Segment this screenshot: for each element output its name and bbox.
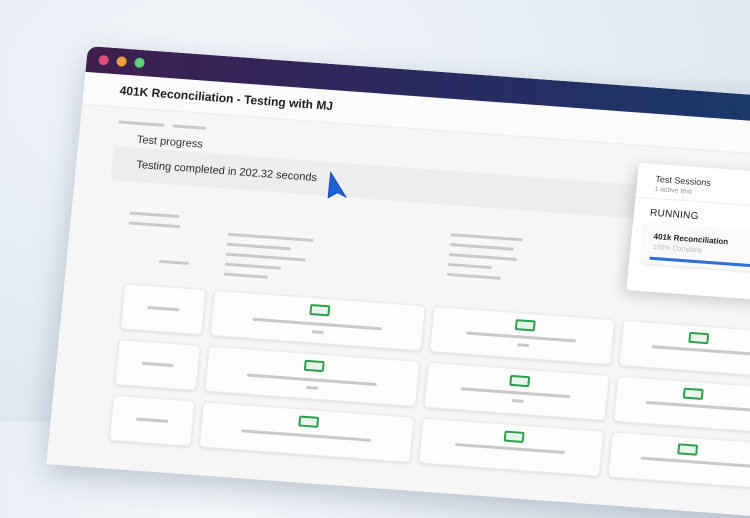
status-pill (509, 374, 531, 388)
list-item[interactable] (204, 345, 421, 407)
list-item[interactable] (209, 289, 426, 352)
placeholder-line (246, 373, 377, 387)
placeholder-line (227, 232, 314, 243)
test-sessions-panel: Test Sessions 1 active test RUNNING 401k… (626, 162, 750, 304)
status-pill (303, 359, 325, 373)
list-item[interactable] (613, 375, 750, 435)
list-item[interactable] (120, 283, 207, 336)
sessions-subtitle: 1 active test (654, 185, 692, 196)
placeholder-line (446, 272, 501, 280)
placeholder-line (226, 242, 291, 251)
session-progress-fill (649, 256, 750, 273)
placeholder-line (224, 262, 281, 270)
placeholder-line (136, 417, 169, 423)
placeholder-line (651, 345, 750, 357)
placeholder-line (158, 259, 190, 265)
placeholder-line (129, 211, 180, 219)
placeholder-line (311, 330, 324, 335)
session-progress-bar (649, 256, 750, 273)
placeholder-line (252, 317, 383, 331)
placeholder-line (223, 272, 268, 279)
maximize-window-button[interactable] (134, 57, 146, 69)
placeholder-line (466, 331, 577, 343)
placeholder-line (147, 306, 180, 312)
placeholder-line (241, 429, 372, 442)
status-pill (309, 303, 331, 317)
session-percent: 100% Complete (652, 243, 703, 255)
status-pill (503, 430, 525, 443)
placeholder-line (447, 262, 492, 270)
list-item[interactable] (114, 339, 201, 391)
placeholder-line (448, 253, 517, 261)
placeholder-line (225, 252, 306, 262)
placeholder-line (646, 400, 750, 412)
placeholder-line (128, 221, 181, 229)
status-pill (514, 319, 536, 332)
placeholder-line (454, 442, 565, 455)
running-status: RUNNING (649, 207, 700, 223)
placeholder-line (640, 456, 750, 468)
status-pill (682, 387, 704, 400)
progress-message: Testing completed in 202.32 seconds (135, 158, 318, 185)
close-window-button[interactable] (98, 54, 110, 66)
placeholder-tab[interactable] (172, 124, 207, 130)
status-pill (688, 331, 710, 345)
list-item[interactable] (423, 361, 610, 421)
list-item[interactable] (607, 431, 750, 491)
placeholder-line (517, 343, 530, 348)
session-item[interactable]: 401k Reconciliation 100% Complete (640, 223, 750, 277)
pointer-cursor-icon (327, 171, 347, 199)
list-item[interactable] (618, 319, 750, 380)
placeholder-line (460, 387, 571, 399)
placeholder-line (449, 243, 514, 251)
main-content: Test progress Testing completed in 202.3… (46, 104, 750, 518)
placeholder-line (511, 398, 524, 403)
minimize-window-button[interactable] (116, 56, 128, 67)
placeholder-line (141, 361, 174, 368)
list-item[interactable] (198, 401, 415, 463)
placeholder-line (450, 233, 523, 242)
list-item[interactable] (108, 394, 196, 447)
app-window: 401K Reconciliation - Testing with MJ Te… (46, 46, 750, 518)
placeholder-tab[interactable] (118, 120, 165, 127)
status-pill (677, 443, 699, 456)
progress-panel: Testing completed in 202.32 seconds (110, 146, 653, 220)
placeholder-line (305, 385, 319, 390)
list-item[interactable] (418, 417, 605, 477)
list-item[interactable] (429, 306, 616, 366)
